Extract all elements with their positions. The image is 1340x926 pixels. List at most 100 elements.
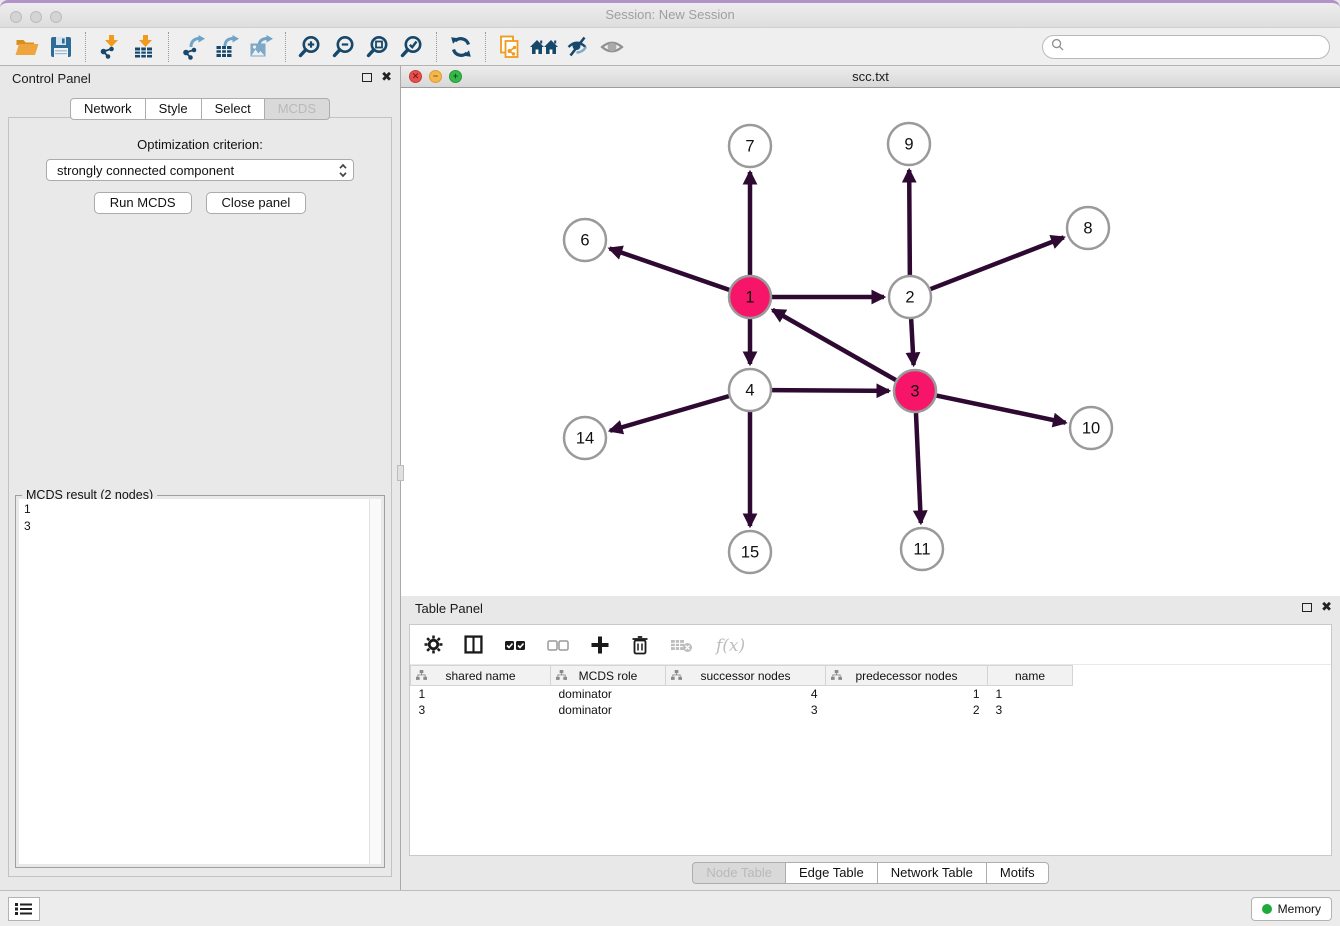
search-box[interactable] (1042, 35, 1330, 59)
column-header-successor-nodes[interactable]: successor nodes (666, 666, 826, 686)
table-panel: Table Panel ✖ (401, 596, 1340, 890)
refresh-icon[interactable] (444, 31, 478, 63)
graph-edge-2-9[interactable] (909, 170, 910, 275)
new-network-from-selection-icon[interactable] (493, 31, 527, 63)
open-session-icon[interactable] (10, 31, 44, 63)
export-image-icon[interactable] (244, 31, 278, 63)
deselect-all-icon[interactable] (547, 638, 569, 652)
graph-edge-4-14[interactable] (610, 396, 729, 431)
tab-style[interactable]: Style (146, 98, 202, 120)
panel-splitter-grip[interactable] (397, 465, 404, 481)
graph-edge-3-11[interactable] (916, 413, 921, 523)
table-panel-title: Table Panel (415, 601, 483, 616)
maximize-window-button[interactable] (50, 11, 62, 23)
add-column-icon[interactable] (590, 635, 610, 655)
graph-edge-2-8[interactable] (931, 237, 1064, 289)
table-settings-icon[interactable] (424, 635, 443, 654)
close-panel-icon[interactable]: ✖ (381, 71, 392, 83)
graph-node-10[interactable]: 10 (1070, 407, 1112, 449)
close-panel-button[interactable]: Close panel (206, 192, 307, 214)
column-header-MCDS-role[interactable]: MCDS role (551, 666, 666, 686)
graph-node-2[interactable]: 2 (889, 276, 931, 318)
svg-text:4: 4 (745, 382, 754, 400)
graph-node-6[interactable]: 6 (564, 219, 606, 261)
svg-text:7: 7 (745, 138, 754, 156)
import-table-icon[interactable] (127, 31, 161, 63)
graph-edge-4-3[interactable] (772, 390, 889, 391)
optimization-criterion-select[interactable]: strongly connected component (46, 159, 354, 181)
task-history-button[interactable] (8, 897, 40, 921)
graph-node-4[interactable]: 4 (729, 369, 771, 411)
function-builder-icon[interactable]: f(x) (715, 634, 749, 656)
float-panel-icon[interactable] (362, 73, 372, 82)
network-window-title: scc.txt (401, 66, 1340, 87)
float-table-panel-icon[interactable] (1302, 603, 1312, 612)
memory-button[interactable]: Memory (1251, 897, 1332, 921)
svg-text:f(x): f(x) (715, 636, 745, 656)
save-session-icon[interactable] (44, 31, 78, 63)
network-close-button[interactable]: ✕ (409, 70, 422, 83)
graph-node-11[interactable]: 11 (901, 528, 943, 570)
zoom-selected-icon[interactable] (395, 31, 429, 63)
table-row[interactable]: 3dominator323 (411, 702, 1332, 718)
memory-label: Memory (1278, 902, 1321, 916)
graph-edge-3-10[interactable] (937, 396, 1066, 423)
graph-edge-3-1[interactable] (773, 310, 896, 380)
tab-mcds[interactable]: MCDS (265, 98, 330, 120)
minimize-window-button[interactable] (30, 11, 42, 23)
toolbar-separator (436, 32, 437, 62)
network-maximize-button[interactable]: + (449, 70, 462, 83)
import-network-icon[interactable] (93, 31, 127, 63)
close-window-button[interactable] (10, 11, 22, 23)
tab-motifs[interactable]: Motifs (987, 862, 1049, 884)
select-all-icon[interactable] (504, 638, 526, 652)
column-view-icon[interactable] (464, 635, 483, 654)
graph-node-1[interactable]: 1 (729, 276, 771, 318)
dropdown-stepper-icon (338, 163, 348, 181)
tab-select[interactable]: Select (202, 98, 265, 120)
tab-node-table[interactable]: Node Table (692, 862, 786, 884)
window-titlebar: Session: New Session (0, 0, 1340, 28)
graph-edge-1-6[interactable] (610, 248, 730, 289)
zoom-fit-icon[interactable] (361, 31, 395, 63)
window-title: Session: New Session (0, 3, 1340, 27)
export-table-icon[interactable] (210, 31, 244, 63)
column-header-shared-name[interactable]: shared name (411, 666, 551, 686)
first-neighbors-icon[interactable] (527, 31, 561, 63)
tab-network-table[interactable]: Network Table (878, 862, 987, 884)
result-scrollbar[interactable] (369, 499, 381, 864)
graph-edge-2-3[interactable] (911, 319, 913, 365)
search-input[interactable] (1069, 39, 1321, 54)
network-minimize-button[interactable]: − (429, 70, 442, 83)
tab-network[interactable]: Network (70, 98, 146, 120)
zoom-out-icon[interactable] (327, 31, 361, 63)
graph-node-15[interactable]: 15 (729, 531, 771, 573)
hide-selected-icon[interactable] (561, 31, 595, 63)
mcds-result-text[interactable]: 1 3 (19, 499, 369, 864)
mcds-result-group: MCDS result (2 nodes) 1 3 (15, 495, 385, 868)
svg-text:6: 6 (580, 232, 589, 250)
column-header-name[interactable]: name (988, 666, 1073, 686)
graph-node-8[interactable]: 8 (1067, 207, 1109, 249)
run-mcds-button[interactable]: Run MCDS (94, 192, 192, 214)
control-panel: Control Panel ✖ Network Style Select MCD… (0, 66, 401, 890)
memory-status-icon (1262, 904, 1272, 914)
network-canvas[interactable]: 7 9 6 8 1 2 4 3 14 10 15 11 (401, 88, 1340, 596)
table-row[interactable]: 1dominator411 (411, 686, 1332, 702)
svg-text:8: 8 (1083, 220, 1092, 238)
graph-node-14[interactable]: 14 (564, 417, 606, 459)
delete-column-icon[interactable] (631, 635, 649, 655)
column-header-predecessor-nodes[interactable]: predecessor nodes (826, 666, 988, 686)
show-all-icon[interactable] (595, 31, 629, 63)
tab-edge-table[interactable]: Edge Table (786, 862, 878, 884)
svg-text:3: 3 (910, 383, 919, 401)
close-table-panel-icon[interactable]: ✖ (1321, 601, 1332, 613)
graph-node-7[interactable]: 7 (729, 125, 771, 167)
zoom-in-icon[interactable] (293, 31, 327, 63)
graph-node-3[interactable]: 3 (894, 370, 936, 412)
main-content: Control Panel ✖ Network Style Select MCD… (0, 66, 1340, 890)
export-network-icon[interactable] (176, 31, 210, 63)
network-canvas-svg: 7 9 6 8 1 2 4 3 14 10 15 11 (401, 88, 1339, 596)
graph-node-9[interactable]: 9 (888, 123, 930, 165)
delete-table-icon[interactable] (670, 637, 694, 653)
